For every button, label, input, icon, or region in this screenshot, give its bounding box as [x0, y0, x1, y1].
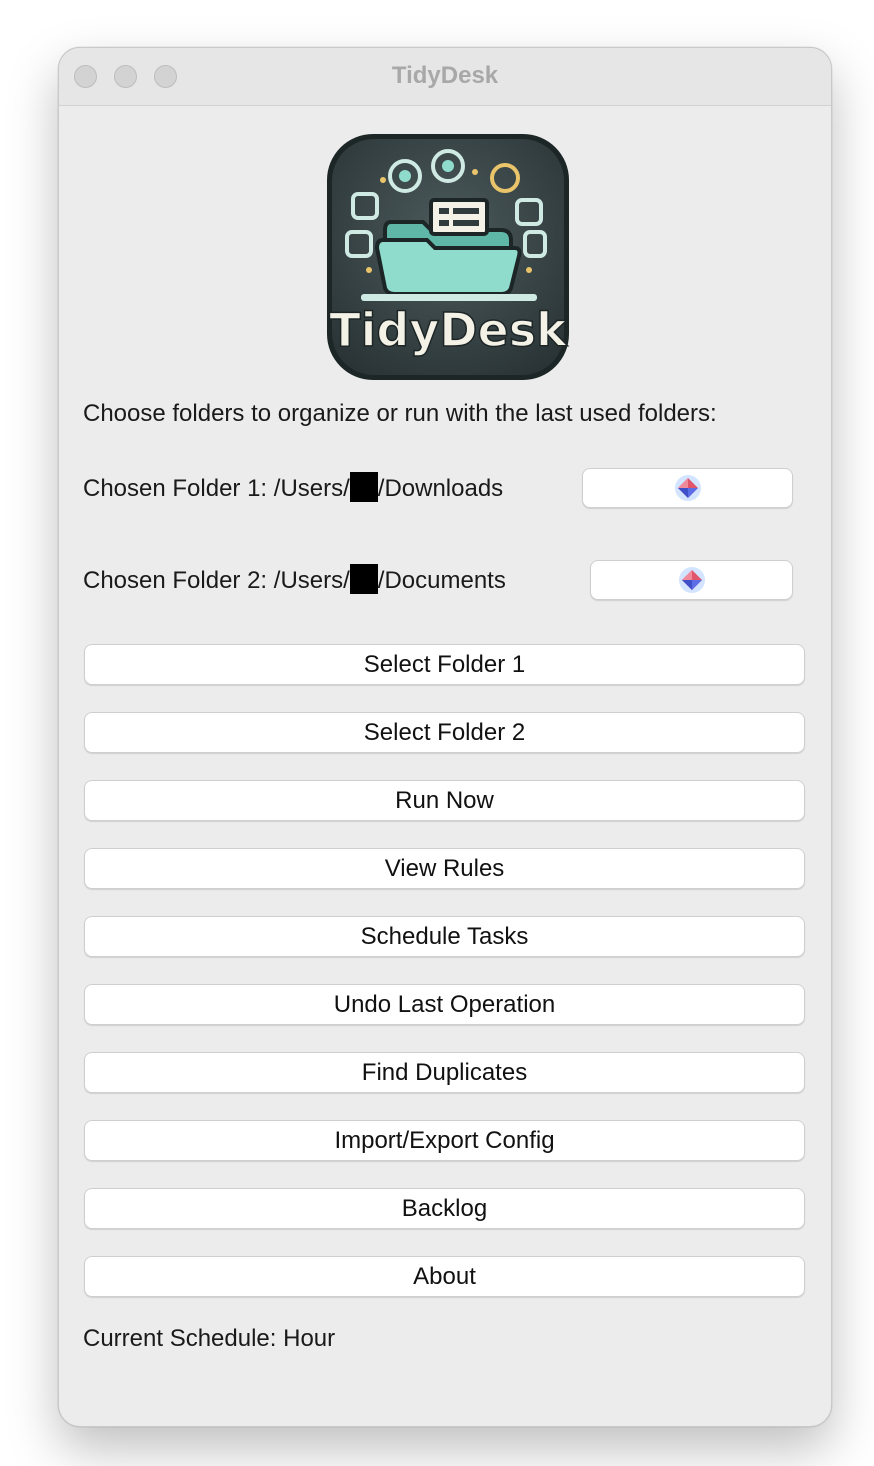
- select-folder-2-button[interactable]: Select Folder 2: [84, 712, 805, 753]
- folder-2-action-button[interactable]: [590, 560, 793, 600]
- find-duplicates-button[interactable]: Find Duplicates: [84, 1052, 805, 1093]
- title-bar[interactable]: TidyDesk: [59, 48, 831, 106]
- window-title: TidyDesk: [391, 62, 499, 89]
- redacted-username: [349, 472, 378, 502]
- chosen-folder-1-suffix: /Downloads: [377, 475, 504, 502]
- gem-icon: [674, 475, 701, 501]
- tidydesk-logo: TidyDesk: [327, 134, 569, 380]
- undo-last-operation-button[interactable]: Undo Last Operation: [84, 984, 805, 1025]
- app-window: TidyDesk TidyDesk Choose folders to orga…: [58, 47, 832, 1427]
- chosen-folder-2-prefix: Chosen Folder 2: /Users/: [83, 567, 350, 594]
- current-schedule-status: Current Schedule: Hour: [83, 1325, 336, 1352]
- logo-wordmark: TidyDesk: [329, 303, 568, 357]
- view-rules-button[interactable]: View Rules: [84, 848, 805, 889]
- chosen-folder-2-label: Chosen Folder 2: /Users/ /Documents: [83, 564, 506, 595]
- gem-icon: [678, 567, 705, 593]
- folder-1-action-button[interactable]: [582, 468, 793, 508]
- run-now-button[interactable]: Run Now: [84, 780, 805, 821]
- schedule-tasks-button[interactable]: Schedule Tasks: [84, 916, 805, 957]
- chosen-folder-2-suffix: /Documents: [377, 567, 506, 594]
- about-button[interactable]: About: [84, 1256, 805, 1297]
- select-folder-1-button[interactable]: Select Folder 1: [84, 644, 805, 685]
- chosen-folder-1-label: Chosen Folder 1: /Users/ /Downloads: [83, 472, 503, 503]
- instruction-text: Choose folders to organize or run with t…: [83, 400, 717, 427]
- chosen-folder-1-prefix: Chosen Folder 1: /Users/: [83, 475, 350, 502]
- redacted-username: [349, 564, 378, 594]
- import-export-config-button[interactable]: Import/Export Config: [84, 1120, 805, 1161]
- backlog-button[interactable]: Backlog: [84, 1188, 805, 1229]
